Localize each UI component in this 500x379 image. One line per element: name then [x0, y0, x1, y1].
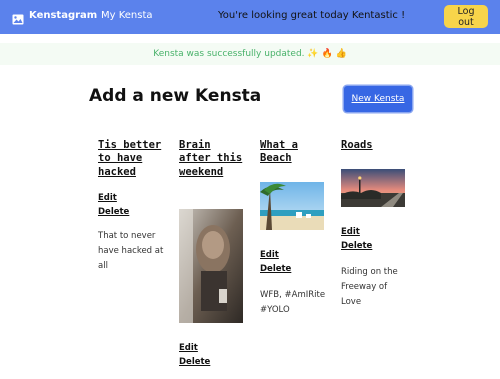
post-title[interactable]: Roads [341, 139, 407, 152]
greeting-text: You're looking great today Kentastic ! [218, 10, 406, 21]
image-icon [12, 10, 24, 25]
page-title: Add a new Kensta [89, 86, 262, 106]
post-caption: WFB, #AmIRite #YOLO [260, 290, 326, 315]
post-image [341, 169, 405, 207]
post-image [179, 209, 243, 323]
edit-link[interactable]: Edit [179, 341, 245, 355]
post-title[interactable]: What a Beach [260, 139, 326, 166]
post-card: What a Beach [260, 139, 326, 166]
post-caption: That to never have hacked at all [98, 231, 164, 272]
post-card: Brain after this weekend [179, 139, 245, 179]
post-card-actions: Edit Delete [179, 341, 245, 369]
flash-notice: Kensta was successfully updated. ✨ 🔥 👍 [0, 43, 500, 65]
logout-button[interactable]: Log out [444, 5, 488, 28]
post-card-actions: Edit Delete WFB, #AmIRite #YOLO [260, 248, 326, 318]
brand-link[interactable]: Kenstagram [12, 10, 98, 25]
brand-name: Kenstagram [29, 10, 98, 21]
post-card: Roads [341, 139, 407, 152]
edit-link[interactable]: Edit [260, 248, 326, 262]
delete-link[interactable]: Delete [98, 205, 164, 219]
post-card: Tis better to have hacked Edit Delete Th… [98, 139, 164, 274]
post-caption: Riding on the Freeway of Love [341, 267, 398, 307]
post-title[interactable]: Brain after this weekend [179, 139, 245, 179]
post-card-actions: Edit Delete Riding on the Freeway of Lov… [341, 225, 407, 310]
my-kensta-link[interactable]: My Kensta [101, 10, 153, 21]
post-title[interactable]: Tis better to have hacked [98, 139, 164, 179]
edit-link[interactable]: Edit [98, 191, 164, 205]
delete-link[interactable]: Delete [260, 262, 326, 276]
edit-link[interactable]: Edit [341, 225, 407, 239]
new-kensta-button[interactable]: New Kensta [344, 86, 412, 112]
delete-link[interactable]: Delete [179, 355, 245, 369]
delete-link[interactable]: Delete [341, 239, 407, 253]
top-navbar: Kenstagram My Kensta You're looking grea… [0, 0, 500, 34]
post-image [260, 182, 324, 230]
